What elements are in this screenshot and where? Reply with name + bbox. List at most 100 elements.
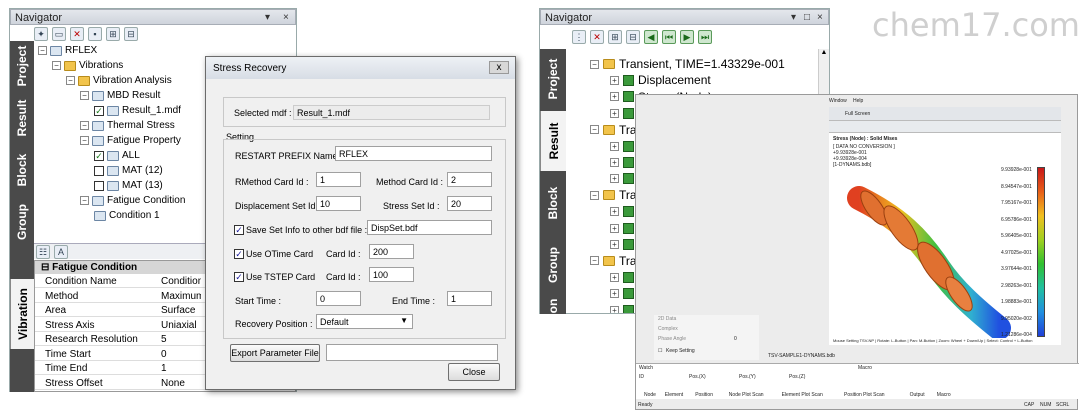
expand-toggle-icon[interactable]: + xyxy=(610,272,619,282)
checked-checkbox-icon[interactable]: ✓ xyxy=(94,150,104,161)
expand-toggle-icon[interactable]: − xyxy=(80,91,89,100)
property-collapse-icon[interactable]: ⊟ xyxy=(41,262,52,273)
open-folder-icon[interactable]: ▭ xyxy=(52,27,66,41)
rmethod-input[interactable]: 1 xyxy=(316,172,361,187)
tab-vibration[interactable]: Vibration xyxy=(10,279,34,349)
tab-project[interactable]: Project xyxy=(10,41,34,91)
unchecked-checkbox-icon[interactable] xyxy=(94,180,104,191)
tree-item[interactable]: − Fatigue Property xyxy=(80,135,181,146)
tstep-card-input[interactable]: 100 xyxy=(369,267,414,282)
tab-result[interactable]: Result xyxy=(540,111,566,171)
tab-group[interactable]: Group xyxy=(540,235,566,295)
expand-toggle-icon[interactable]: + xyxy=(610,207,619,217)
bottom-tab[interactable]: Macro xyxy=(937,392,951,398)
expand-toggle-icon[interactable]: + xyxy=(610,108,619,118)
bottom-tab[interactable]: Node Plot Scan xyxy=(729,392,764,398)
close-button[interactable]: Close xyxy=(448,363,500,381)
tab-result[interactable]: Result xyxy=(10,93,34,143)
left-nav-close-button[interactable]: × xyxy=(283,12,289,23)
displacement-input[interactable]: 10 xyxy=(316,196,361,211)
expand-icon[interactable]: ⊞ xyxy=(106,27,120,41)
expand-toggle-icon[interactable]: − xyxy=(80,196,89,205)
new-icon[interactable]: ✦ xyxy=(34,27,48,41)
tree-item[interactable]: Condition 1 xyxy=(94,210,160,221)
tree-icon[interactable]: ⋮ xyxy=(572,30,586,44)
tree-item[interactable]: MAT (12) xyxy=(94,165,163,176)
expand-toggle-icon[interactable]: + xyxy=(610,92,619,102)
property-value[interactable]: Surface xyxy=(161,305,201,316)
expand-toggle-icon[interactable]: − xyxy=(66,76,75,85)
expand-toggle-icon[interactable]: + xyxy=(610,305,619,313)
property-value[interactable]: Uniaxial xyxy=(161,320,201,331)
menu-window[interactable]: Window xyxy=(829,98,847,104)
sort-alpha-icon[interactable]: A xyxy=(54,245,68,259)
stress-set-input[interactable]: 20 xyxy=(447,196,492,211)
right-nav-close-button[interactable]: × xyxy=(817,12,823,23)
expand-toggle-icon[interactable]: + xyxy=(610,223,619,233)
save-set-input[interactable]: DispSet.bdf xyxy=(367,220,492,235)
tab-project[interactable]: Project xyxy=(540,49,566,109)
full-screen-button[interactable]: Full Screen xyxy=(845,111,870,117)
expand-toggle-icon[interactable]: − xyxy=(590,190,599,200)
expand-toggle-icon[interactable]: + xyxy=(610,75,619,85)
delete-icon[interactable]: ✕ xyxy=(70,27,84,41)
scroll-up-arrow[interactable]: ▲ xyxy=(819,49,829,60)
expand-toggle-icon[interactable]: − xyxy=(52,61,61,70)
viewport[interactable]: Stress (Node) : Solid Mises [ DATA NO CO… xyxy=(829,133,1061,345)
tree-item[interactable]: − MBD Result xyxy=(80,90,160,101)
export-path-input[interactable] xyxy=(326,344,498,361)
expand-toggle-icon[interactable]: − xyxy=(590,59,599,69)
expand-toggle-icon[interactable]: + xyxy=(610,157,619,167)
dialog-close-x[interactable]: x xyxy=(489,61,509,74)
tree-item[interactable]: − Vibration Analysis xyxy=(66,75,172,86)
bottom-tab[interactable]: Position Plot Scan xyxy=(844,392,885,398)
tab-block[interactable]: Block xyxy=(540,173,566,233)
tree-item[interactable]: − Fatigue Condition xyxy=(80,195,185,206)
property-value[interactable]: 5 xyxy=(161,334,201,345)
phase-angle-input[interactable]: 0 xyxy=(734,336,737,342)
menu-help[interactable]: Help xyxy=(853,98,863,104)
bottom-tab[interactable]: Element Plot Scan xyxy=(782,392,823,398)
property-value[interactable]: 0 xyxy=(161,349,201,360)
tree-item[interactable]: − Transient, TIME=1.43329e-001 xyxy=(590,57,785,71)
tree-item[interactable]: ✓ Result_1.mdf xyxy=(94,105,181,116)
expand-toggle-icon[interactable]: + xyxy=(610,239,619,249)
checked-checkbox-icon[interactable]: ✓ xyxy=(94,105,104,116)
restart-prefix-input[interactable]: RFLEX xyxy=(335,146,492,161)
tstep-checkbox[interactable]: ✓ xyxy=(234,272,244,282)
expand-toggle-icon[interactable]: + xyxy=(610,174,619,184)
property-value[interactable]: None xyxy=(161,378,201,389)
expand-toggle-icon[interactable]: − xyxy=(590,256,599,266)
tree-item[interactable]: − Vibrations xyxy=(52,60,123,71)
otime-card-input[interactable]: 200 xyxy=(369,244,414,259)
last-frame-icon[interactable]: ⏭ xyxy=(698,30,712,44)
bottom-tab[interactable]: Node xyxy=(644,392,656,398)
end-time-input[interactable]: 1 xyxy=(447,291,492,306)
expand-toggle-icon[interactable]: − xyxy=(80,136,89,145)
save-icon[interactable]: ▪ xyxy=(88,27,102,41)
bottom-tab[interactable]: Element xyxy=(665,392,683,398)
tree-item[interactable]: MAT (13) xyxy=(94,180,163,191)
expand-toggle-icon[interactable]: − xyxy=(590,125,599,135)
next-frame-icon[interactable]: ▶ xyxy=(680,30,694,44)
expand-toggle-icon[interactable]: + xyxy=(610,141,619,151)
start-time-input[interactable]: 0 xyxy=(316,291,361,306)
expand-toggle-icon[interactable]: − xyxy=(38,46,47,55)
collapse-icon[interactable]: ⊟ xyxy=(124,27,138,41)
save-set-checkbox[interactable]: ✓ xyxy=(234,225,244,235)
first-frame-icon[interactable]: ⏮ xyxy=(662,30,676,44)
bottom-tab[interactable]: Position xyxy=(695,392,713,398)
tab-block[interactable]: Block xyxy=(10,145,34,195)
categorized-icon[interactable]: ☷ xyxy=(36,245,50,259)
tab-group[interactable]: Group xyxy=(10,197,34,247)
right-nav-pin-button[interactable]: ▾ xyxy=(791,12,796,23)
bottom-tab[interactable]: Output xyxy=(910,392,925,398)
play-back-icon[interactable]: ◀ xyxy=(644,30,658,44)
recovery-position-select[interactable]: Default ▼ xyxy=(316,314,413,329)
property-value[interactable]: 1 xyxy=(161,363,201,374)
expand-toggle-icon[interactable]: − xyxy=(80,121,89,130)
tree-item[interactable]: ✓ ALL xyxy=(94,150,140,161)
right-nav-maximize-button[interactable]: □ xyxy=(804,12,810,23)
delete-icon[interactable]: ✕ xyxy=(590,30,604,44)
collapse-icon[interactable]: ⊟ xyxy=(626,30,640,44)
